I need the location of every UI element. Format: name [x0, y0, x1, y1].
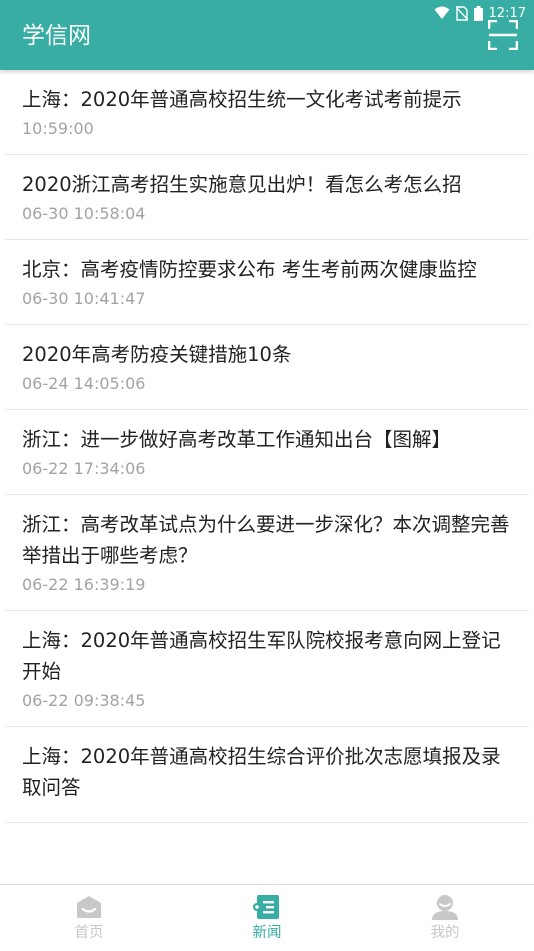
tab-home[interactable]: 首页 — [0, 885, 178, 951]
news-time: 06-22 17:34:06 — [22, 459, 146, 478]
news-list: 上海：2020年普通高校招生统一文化考试考前提示 10:59:00 2020浙江… — [0, 70, 534, 884]
status-time: 12:17 — [488, 5, 526, 21]
no-sim-icon — [455, 5, 468, 21]
news-item[interactable]: 浙江：进一步做好高考改革工作通知出台【图解】 06-22 17:34:06 — [5, 410, 529, 495]
news-icon — [253, 895, 279, 919]
news-item[interactable]: 2020浙江高考招生实施意见出炉！看怎么考怎么招 06-30 10:58:04 — [5, 155, 529, 240]
news-time: 06-24 14:05:06 — [22, 374, 146, 393]
news-time: 06-22 16:39:19 — [22, 575, 146, 594]
news-title: 浙江：进一步做好高考改革工作通知出台【图解】 — [22, 428, 452, 451]
news-time: 10:59:00 — [22, 119, 94, 138]
scan-frame-icon — [487, 19, 519, 51]
profile-icon — [432, 895, 458, 920]
news-item[interactable]: 上海：2020年普通高校招生综合评价批次志愿填报及录取问答 — [5, 727, 529, 823]
news-title: 上海：2020年普通高校招生综合评价批次志愿填报及录取问答 — [22, 745, 501, 799]
news-title: 上海：2020年普通高校招生军队院校报考意向网上登记开始 — [22, 629, 501, 683]
wifi-icon — [434, 6, 450, 20]
tab-label-news: 新闻 — [252, 925, 282, 941]
battery-icon — [473, 5, 483, 21]
news-item[interactable]: 浙江：高考改革试点为什么要进一步深化？本次调整完善举措出于哪些考虑？ 06-22… — [5, 495, 529, 611]
news-item[interactable]: 2020年高考防疫关键措施10条 06-24 14:05:06 — [5, 325, 529, 410]
news-title: 浙江：高考改革试点为什么要进一步深化？本次调整完善举措出于哪些考虑？ — [22, 513, 510, 567]
tab-label-profile: 我的 — [430, 925, 460, 941]
news-time: 06-22 09:38:45 — [22, 691, 146, 710]
news-title: 2020浙江高考招生实施意见出炉！看怎么考怎么招 — [22, 173, 462, 196]
scan-button[interactable] — [487, 19, 519, 51]
news-item[interactable]: 上海：2020年普通高校招生统一文化考试考前提示 10:59:00 — [5, 70, 529, 155]
tab-label-home: 首页 — [74, 925, 104, 941]
bottom-tab-bar: 首页 新闻 我的 — [0, 884, 534, 951]
news-time: 06-30 10:41:47 — [22, 289, 146, 308]
news-title: 北京：高考疫情防控要求公布 考生考前两次健康监控 — [22, 258, 477, 281]
app-bar: 12:17 学信网 — [0, 0, 534, 70]
news-item[interactable]: 上海：2020年普通高校招生军队院校报考意向网上登记开始 06-22 09:38… — [5, 611, 529, 727]
tab-profile[interactable]: 我的 — [356, 885, 534, 951]
app-title: 学信网 — [22, 23, 91, 49]
news-time: 06-30 10:58:04 — [22, 204, 146, 223]
news-title: 2020年高考防疫关键措施10条 — [22, 343, 292, 366]
news-item[interactable]: 北京：高考疫情防控要求公布 考生考前两次健康监控 06-30 10:41:47 — [5, 240, 529, 325]
home-icon — [77, 896, 101, 918]
news-title: 上海：2020年普通高校招生统一文化考试考前提示 — [22, 88, 462, 111]
tab-news[interactable]: 新闻 — [178, 885, 356, 951]
